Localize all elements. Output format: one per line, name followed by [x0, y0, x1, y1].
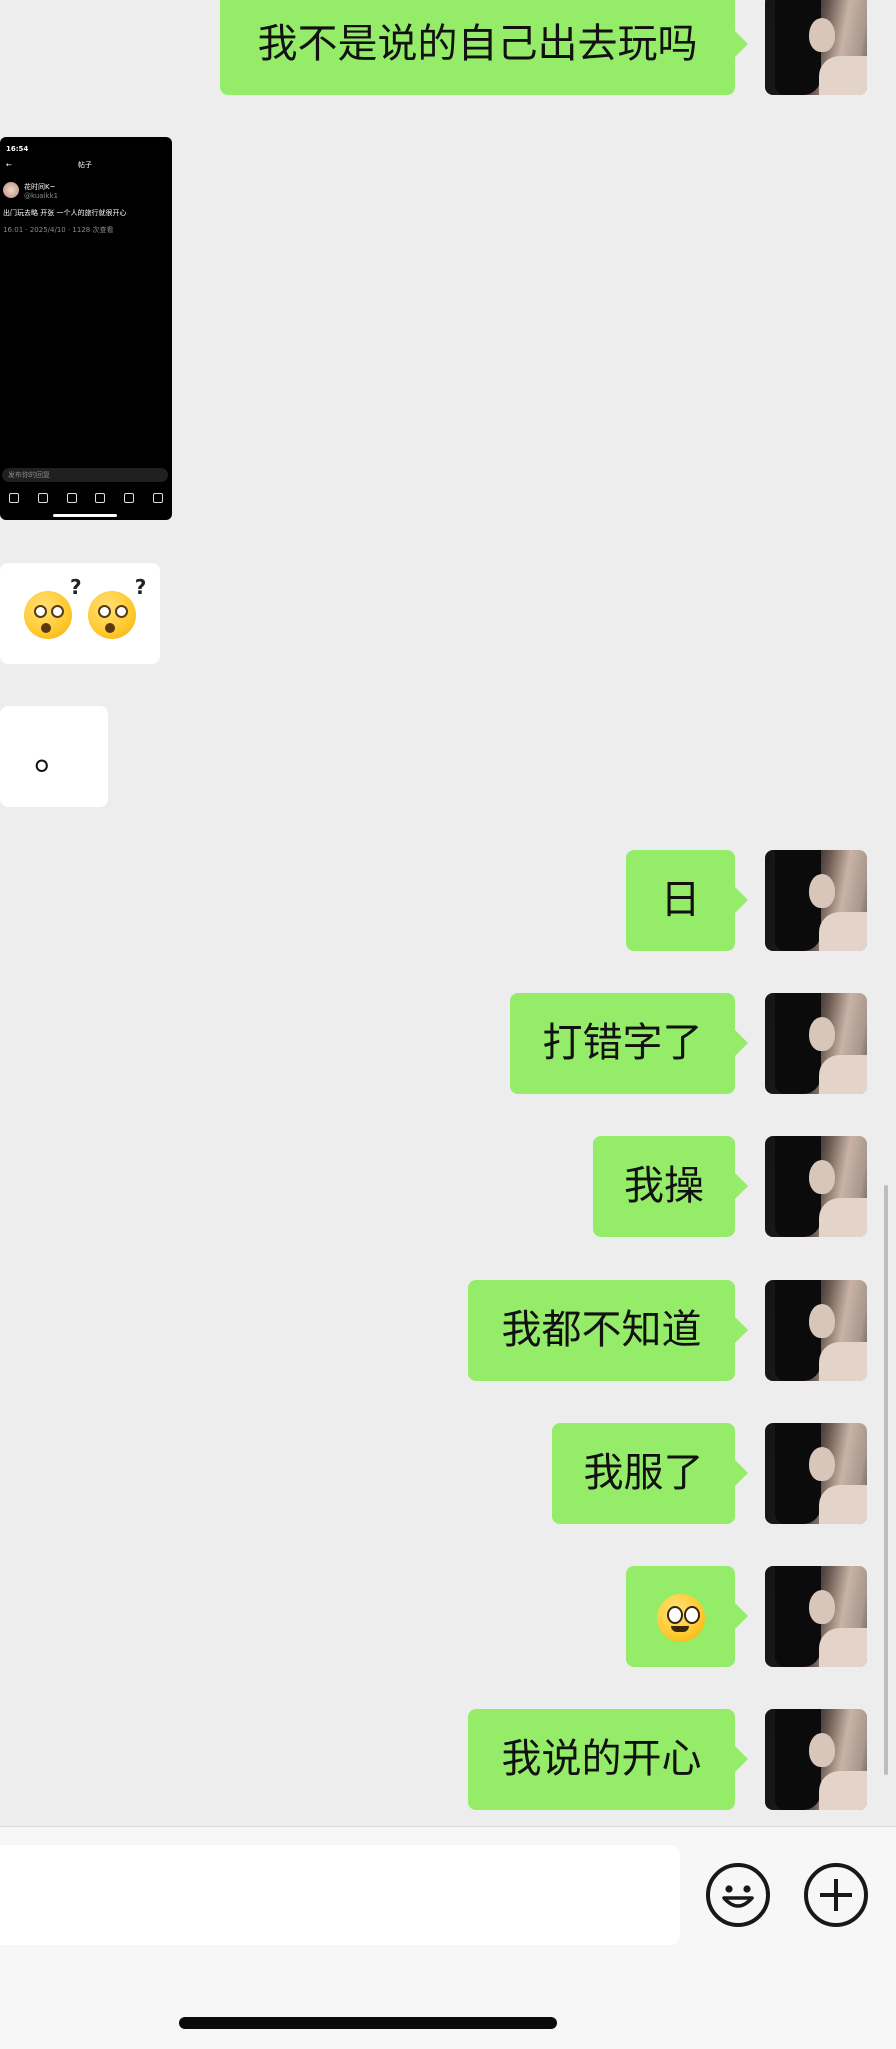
user-avatar[interactable] [765, 1136, 867, 1237]
grok-icon [66, 493, 77, 503]
outgoing-message-bubble[interactable]: 我说的开心 [468, 1709, 748, 1810]
message-text: 我都不知道 [501, 1307, 702, 1353]
screenshot-tab-bar [0, 488, 172, 508]
outgoing-message-bubble[interactable]: 日 [626, 850, 748, 951]
message-text: 我说的开心 [501, 1736, 702, 1782]
user-avatar[interactable] [765, 1280, 867, 1381]
screenshot-author-handle: @kuaikk1 [24, 192, 59, 200]
outgoing-message-bubble[interactable]: 我不是说的自己出去玩吗 [220, 0, 748, 95]
incoming-sticker-message[interactable]: ? ? [0, 563, 160, 664]
user-avatar[interactable] [765, 1423, 867, 1524]
message-text: 我操 [624, 1163, 704, 1209]
screenshot-page-title: 帖子 [78, 161, 92, 169]
user-avatar[interactable] [765, 1709, 867, 1810]
pleading-face-icon [656, 1594, 705, 1642]
home-indicator [179, 2017, 557, 2029]
screenshot-author-name: 花时间K~ [24, 183, 56, 191]
message-input[interactable] [0, 1845, 680, 1945]
home-icon [9, 493, 20, 503]
smiley-face-icon [722, 1885, 754, 1908]
bell-icon [123, 493, 134, 503]
screenshot-reply-placeholder: 发布你的回复 [8, 471, 50, 479]
search-icon [37, 493, 48, 503]
outgoing-message-bubble[interactable]: 打错字了 [510, 993, 748, 1094]
screenshot-post-text: 出门玩去略 开张 一个人的旅行就很开心 [3, 209, 127, 217]
outgoing-message-bubble[interactable]: 我操 [593, 1136, 748, 1237]
face-with-question-marks-icon: ? [23, 577, 82, 639]
message-text: 打错字了 [542, 1020, 703, 1066]
incoming-message-bubble[interactable]: 。 [0, 706, 108, 807]
message-text: 我不是说的自己出去玩吗 [257, 21, 698, 67]
mail-icon [152, 493, 163, 503]
message-text: 日 [660, 877, 701, 923]
outgoing-message-bubble[interactable]: 我都不知道 [468, 1280, 748, 1381]
chat-input-bar [0, 1826, 896, 2049]
incoming-image-message[interactable]: 16:54 ← 帖子 花时间K~ @kuaikk1 出门玩去略 开张 一个人的旅… [0, 137, 172, 520]
outgoing-emoji-message[interactable] [626, 1566, 748, 1667]
user-avatar[interactable] [765, 1566, 867, 1667]
emoji-button[interactable] [706, 1863, 770, 1927]
message-text: 。 [34, 733, 74, 779]
user-avatar[interactable] [765, 850, 867, 951]
screenshot-status-time: 16:54 [6, 145, 29, 153]
back-arrow-icon: ← [6, 161, 12, 169]
screenshot-home-indicator [53, 514, 117, 517]
screenshot-post-meta: 16:01 · 2025/4/10 · 1128 次查看 [3, 226, 114, 234]
plus-button[interactable] [804, 1863, 868, 1927]
user-avatar[interactable] [765, 0, 867, 95]
chat-scrollbar[interactable] [884, 1185, 888, 1775]
message-text: 我服了 [583, 1450, 704, 1496]
chat-message-list[interactable]: 我不是说的自己出去玩吗 16:54 ← 帖子 花时间K~ @kuaikk1 出门… [0, 0, 896, 1826]
screenshot-author-avatar [3, 182, 19, 198]
user-avatar[interactable] [765, 993, 867, 1094]
outgoing-message-bubble[interactable]: 我服了 [552, 1423, 748, 1524]
communities-icon [95, 493, 106, 503]
plus-icon [820, 1879, 852, 1911]
screenshot-reply-box: 发布你的回复 [2, 468, 168, 482]
face-with-question-marks-icon: ? [88, 577, 146, 639]
